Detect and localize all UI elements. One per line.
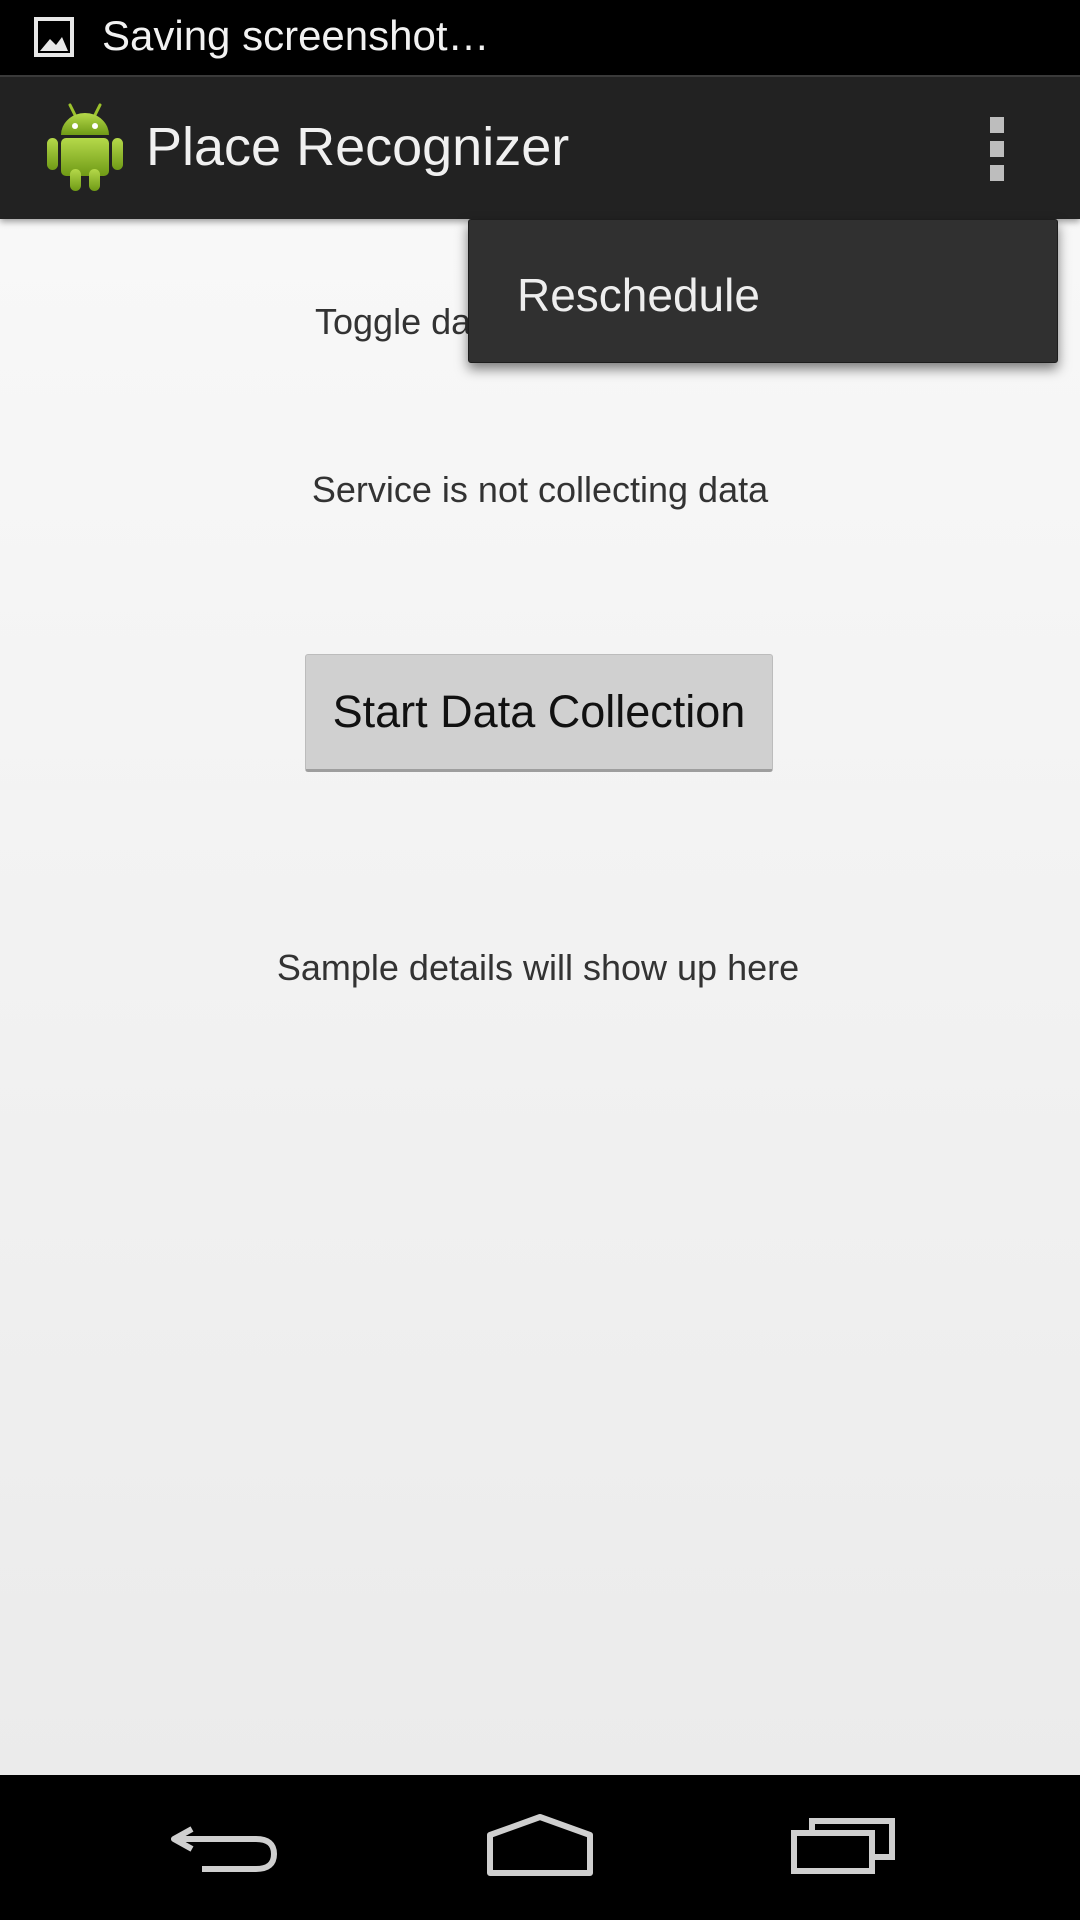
image-icon	[34, 17, 74, 57]
back-button[interactable]	[130, 1775, 330, 1920]
overflow-menu-icon-dot	[990, 141, 1004, 157]
status-notification-text: Saving screenshot…	[102, 12, 490, 59]
start-data-collection-button[interactable]: Start Data Collection	[305, 654, 773, 772]
recent-apps-icon	[791, 1818, 895, 1874]
app-title: Place Recognizer	[146, 117, 570, 177]
android-robot-icon[interactable]	[44, 99, 126, 193]
overflow-menu-button[interactable]	[960, 99, 1032, 195]
action-bar: Place Recognizer	[0, 75, 1080, 219]
status-bar: Saving screenshot…	[0, 0, 1080, 75]
menu-item-reschedule[interactable]: Reschedule	[517, 268, 760, 322]
service-status-text: Service is not collecting data	[311, 469, 769, 510]
sample-details-text: Sample details will show up here	[276, 947, 800, 988]
home-button[interactable]	[440, 1775, 640, 1920]
main-content: Toggle da Service is not collecting data…	[0, 219, 1080, 1775]
toggle-label: Toggle da	[315, 301, 472, 342]
overflow-popup-menu: Reschedule	[468, 219, 1058, 363]
back-icon	[171, 1826, 278, 1872]
overflow-menu-icon-dot	[990, 165, 1004, 181]
recent-apps-button[interactable]	[750, 1775, 950, 1920]
navigation-bar	[0, 1775, 1080, 1920]
overflow-menu-icon	[990, 117, 1004, 133]
home-icon	[487, 1814, 593, 1876]
